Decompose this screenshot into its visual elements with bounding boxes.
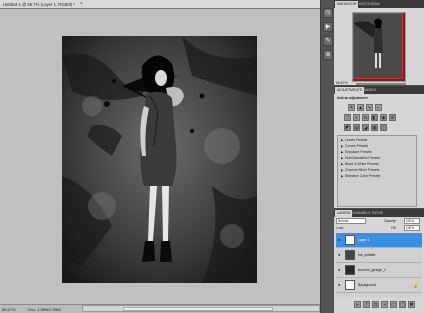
adjustments-panel: Add an adjustment ☀ ▲ ∿ ◐ ▽ ≡ ⚖ ◧ ◉ ⊞ ◩ ▤ ◪ ▦ ◫ ▶ Lev… xyxy=(334,94,424,208)
layers-list: ● Layer 1 ● Ink_splatter ● Autumn_grunge… xyxy=(336,233,422,297)
fill-label: Fill: xyxy=(391,226,397,230)
layers-tabs: LAYERS CHANNELS PATHS xyxy=(334,209,424,217)
adjustment-presets-list: ▶ Levels Presets ▶ Curves Presets ▶ Exposur… xyxy=(337,135,417,207)
color-balance-icon[interactable]: ⚖ xyxy=(362,114,369,121)
tab-adjustments[interactable]: ADJUSTMENTS xyxy=(335,87,365,94)
lock-label: Lock: xyxy=(336,226,345,230)
eye-icon[interactable]: ● xyxy=(338,238,342,242)
navigator-zoom-slider[interactable] xyxy=(356,83,406,85)
layer-thumbnail xyxy=(345,235,355,245)
adjustment-layer-icon[interactable]: ◑ xyxy=(381,301,388,308)
channel-mixer-icon[interactable]: ⊞ xyxy=(389,114,396,121)
navigator-preview[interactable] xyxy=(352,12,406,82)
preset-channel-mixer[interactable]: ▶ Channel Mixer Presets xyxy=(341,168,419,173)
eye-icon[interactable]: ● xyxy=(338,253,342,257)
layer-name: Ink_splatter xyxy=(358,253,376,257)
navigator-zoom[interactable]: 66.67% xyxy=(336,81,348,85)
tab-paths[interactable]: PATHS xyxy=(370,210,385,217)
adjustment-icons-row-1: ☀ ▲ ∿ ◐ xyxy=(348,104,424,112)
opacity-field[interactable]: 100% xyxy=(404,218,420,224)
preset-selective-color[interactable]: ▶ Selective Color Presets xyxy=(341,174,419,179)
photo-filter-icon[interactable]: ◉ xyxy=(380,114,387,121)
blend-mode-select[interactable]: Normal xyxy=(336,218,366,224)
adjustment-icons-row-3: ◩ ▤ ◪ ▦ ◫ xyxy=(344,124,424,132)
trash-icon[interactable]: ✖ xyxy=(408,301,415,308)
fx-icon[interactable]: ƒ xyxy=(363,301,370,308)
layer-row[interactable]: ● Layer 1 xyxy=(336,233,422,248)
gradient-map-icon[interactable]: ▦ xyxy=(371,124,378,131)
vibrance-icon[interactable]: ▽ xyxy=(344,114,351,121)
navigator-panel: 66.67% xyxy=(334,8,424,85)
tab-navigator[interactable]: NAVIGATOR xyxy=(335,1,359,8)
preset-levels[interactable]: ▶ Levels Presets xyxy=(341,138,419,143)
layers-footer: ∞ ƒ ◘ ◑ ▭ ▢ ✖ xyxy=(354,301,420,309)
actions-icon[interactable]: ▶ xyxy=(323,22,333,32)
levels-icon[interactable]: ▲ xyxy=(357,104,364,111)
folder-icon[interactable]: ▭ xyxy=(390,301,397,308)
document-tab[interactable]: Untitled-1 @ 66.7% (Layer 1, RGB/8) * × xyxy=(0,0,320,9)
preset-black-white[interactable]: ▶ Black & White Presets xyxy=(341,162,419,167)
hue-saturation-icon[interactable]: ≡ xyxy=(353,114,360,121)
layers-panel: Normal Opacity: 100% Lock: Fill: 100% ● … xyxy=(334,217,424,313)
layer-row[interactable]: ● Autumn_grunge_1 xyxy=(336,263,422,278)
brightness-icon[interactable]: ☀ xyxy=(348,104,355,111)
preset-hue-saturation[interactable]: ▶ Hue/Saturation Presets xyxy=(341,156,419,161)
layer-row[interactable]: ● Ink_splatter xyxy=(336,248,422,263)
tab-histogram[interactable]: HISTOGRAM xyxy=(357,1,381,8)
layer-thumbnail xyxy=(345,265,355,275)
black-white-icon[interactable]: ◧ xyxy=(371,114,378,121)
right-panels: NAVIGATOR HISTOGRAM 66.67% ADJUSTMENTS M… xyxy=(334,0,424,313)
exposure-icon[interactable]: ◐ xyxy=(375,104,382,111)
clone-source-icon[interactable]: ⊕ xyxy=(323,50,333,60)
preset-exposure[interactable]: ▶ Exposure Presets xyxy=(341,150,419,155)
adjustments-heading: Add an adjustment xyxy=(337,96,368,100)
layer-thumbnail xyxy=(345,250,355,260)
layer-row[interactable]: ● Background 🔒 xyxy=(336,278,422,293)
layer-thumbnail xyxy=(345,280,355,290)
close-icon[interactable]: × xyxy=(80,1,83,7)
eye-icon[interactable]: ● xyxy=(338,268,342,272)
tab-masks[interactable]: MASKS xyxy=(362,87,378,94)
selective-color-icon[interactable]: ◫ xyxy=(380,124,387,131)
mask-icon[interactable]: ◘ xyxy=(372,301,379,308)
eye-icon[interactable]: ● xyxy=(338,283,342,287)
doc-size-readout[interactable]: Doc: 1.89M/7.05M xyxy=(28,307,61,312)
document-title: Untitled-1 @ 66.7% (Layer 1, RGB/8) * xyxy=(3,2,75,7)
new-layer-icon[interactable]: ▢ xyxy=(399,301,406,308)
adjustments-tabs: ADJUSTMENTS MASKS xyxy=(334,86,424,94)
preset-curves[interactable]: ▶ Curves Presets xyxy=(341,144,419,149)
horizontal-scrollbar[interactable] xyxy=(82,305,320,312)
navigator-tabs: NAVIGATOR HISTOGRAM xyxy=(334,0,424,8)
layer-name: Autumn_grunge_1 xyxy=(358,268,386,272)
posterize-icon[interactable]: ▤ xyxy=(353,124,360,131)
threshold-icon[interactable]: ◪ xyxy=(362,124,369,131)
artwork-image xyxy=(62,36,257,283)
history-icon[interactable]: ◷ xyxy=(323,8,333,18)
lock-icon: 🔒 xyxy=(413,283,418,288)
layer-name: Layer 1 xyxy=(358,238,370,242)
brush-icon[interactable]: ✎ xyxy=(323,36,333,46)
link-icon[interactable]: ∞ xyxy=(354,301,361,308)
scrollbar-thumb[interactable] xyxy=(123,307,273,311)
adjustment-icons-row-2: ▽ ≡ ⚖ ◧ ◉ ⊞ xyxy=(344,114,424,122)
fill-field[interactable]: 100% xyxy=(404,225,420,231)
zoom-readout[interactable]: 66.67% xyxy=(2,307,16,312)
layer-name: Background xyxy=(358,283,377,287)
navigator-view-box[interactable] xyxy=(353,13,403,79)
invert-icon[interactable]: ◩ xyxy=(344,124,351,131)
opacity-label: Opacity: xyxy=(384,219,397,223)
document-image[interactable] xyxy=(62,36,257,283)
panel-icon-strip: ◷ ▶ ✎ ⊕ xyxy=(320,0,334,313)
curves-icon[interactable]: ∿ xyxy=(366,104,373,111)
